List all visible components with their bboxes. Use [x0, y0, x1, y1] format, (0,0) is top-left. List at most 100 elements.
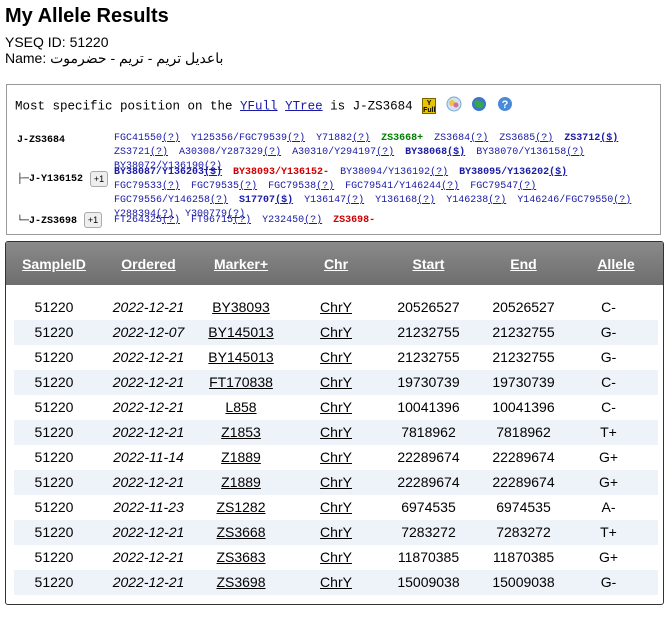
snp-marker[interactable]: BY38095/Y136202($) — [459, 167, 567, 178]
marker-link[interactable]: L858 — [196, 399, 286, 415]
marker-link[interactable]: Z1889 — [196, 474, 286, 490]
ytree-link[interactable]: YTree — [285, 99, 323, 113]
chr-link[interactable]: ChrY — [306, 549, 366, 565]
snp-status-link[interactable]: (?) — [566, 147, 584, 158]
snp-marker[interactable]: FGC79556/Y146258(?) — [114, 195, 228, 206]
snp-marker[interactable]: FGC41550(?) — [114, 133, 180, 144]
chr-link[interactable]: ChrY — [306, 324, 366, 340]
header-sampleid[interactable]: SampleID — [19, 256, 89, 272]
snp-status-link[interactable]: (?) — [470, 133, 488, 144]
snp-status-link[interactable]: ($) — [447, 147, 465, 158]
snp-status-link[interactable]: (?) — [488, 195, 506, 206]
snp-status-link[interactable]: (?) — [239, 181, 257, 192]
snp-marker[interactable]: BY38087/Y136203($) — [114, 167, 222, 178]
snp-marker[interactable]: FGC79541/Y146244(?) — [345, 181, 459, 192]
marker-link[interactable]: BY145013 — [196, 349, 286, 365]
expand-zs3698-button[interactable]: +1 — [84, 212, 102, 228]
yfull-link[interactable]: YFull — [240, 99, 278, 113]
snp-status-link[interactable]: ($) — [204, 167, 222, 178]
snp-marker[interactable]: FT96715(?) — [191, 215, 251, 226]
chr-link[interactable]: ChrY — [306, 524, 366, 540]
chr-link[interactable]: ChrY — [306, 424, 366, 440]
snp-status-link[interactable]: ($) — [275, 195, 293, 206]
snp-status-link[interactable]: (?) — [430, 167, 448, 178]
chr-link[interactable]: ChrY — [306, 299, 366, 315]
snp-status-link[interactable]: ($) — [600, 133, 618, 144]
chr-link[interactable]: ChrY — [306, 574, 366, 590]
marker-link[interactable]: BY145013 — [196, 324, 286, 340]
snp-status-link[interactable]: (?) — [352, 133, 370, 144]
ordered-date-cell: 2022-12-21 — [112, 524, 185, 540]
chr-link[interactable]: ChrY — [306, 349, 366, 365]
snp-marker[interactable]: BY38094/Y136192(?) — [340, 167, 448, 178]
snp-marker[interactable]: BY38093/Y136152- — [233, 167, 329, 178]
snp-marker[interactable]: Y136168(?) — [375, 195, 435, 206]
marker-link[interactable]: Z1889 — [196, 449, 286, 465]
snp-status-link[interactable]: (?) — [304, 215, 322, 226]
header-ordered[interactable]: Ordered — [116, 256, 181, 272]
snp-marker[interactable]: ZS3698- — [333, 215, 375, 226]
snp-status-link[interactable]: (?) — [162, 133, 180, 144]
marker-link[interactable]: ZS3698 — [196, 574, 286, 590]
snp-marker[interactable]: ZS3712($) — [564, 133, 618, 144]
expand-y136152-button[interactable]: +1 — [90, 171, 108, 187]
map-icon[interactable] — [471, 96, 487, 116]
snp-marker[interactable]: FT264325(?) — [114, 215, 180, 226]
header-start[interactable]: Start — [401, 256, 456, 272]
marker-link[interactable]: ZS3683 — [196, 549, 286, 565]
snp-status-link[interactable]: (?) — [162, 181, 180, 192]
snp-status-link[interactable]: ($) — [549, 167, 567, 178]
snp-marker[interactable]: FGC79538(?) — [268, 181, 334, 192]
snp-marker[interactable]: Y146238(?) — [446, 195, 506, 206]
snp-status-link[interactable]: (?) — [316, 181, 334, 192]
snp-marker[interactable]: FGC79535(?) — [191, 181, 257, 192]
snp-status-link[interactable]: (?) — [346, 195, 364, 206]
snp-marker[interactable]: A30310/Y294197(?) — [292, 147, 394, 158]
snp-marker[interactable]: BY38068($) — [405, 147, 465, 158]
snp-marker[interactable]: ZS3721(?) — [114, 147, 168, 158]
snp-status-link[interactable]: (?) — [150, 147, 168, 158]
snp-marker[interactable]: Y232450(?) — [262, 215, 322, 226]
snp-marker[interactable]: BY38070/Y136158(?) — [476, 147, 584, 158]
marker-link[interactable]: ZS3668 — [196, 524, 286, 540]
help-icon[interactable]: ? — [497, 96, 513, 116]
snp-status-link[interactable]: (?) — [376, 147, 394, 158]
snp-marker[interactable]: Y146246/FGC79550(?) — [517, 195, 631, 206]
header-chr[interactable]: Chr — [316, 256, 356, 272]
header-marker[interactable]: Marker+ — [206, 256, 276, 272]
snp-status-link[interactable]: (?) — [263, 147, 281, 158]
chr-link[interactable]: ChrY — [306, 449, 366, 465]
snp-marker[interactable]: S17707($) — [239, 195, 293, 206]
snp-status-link[interactable]: (?) — [417, 195, 435, 206]
snp-status-link[interactable]: (?) — [287, 133, 305, 144]
snp-status-link[interactable]: (?) — [162, 215, 180, 226]
marker-link[interactable]: ZS1282 — [196, 499, 286, 515]
yfull-icon[interactable]: Y Full — [422, 98, 437, 114]
snp-marker[interactable]: ZS3668+ — [381, 133, 423, 144]
snp-marker[interactable]: ZS3685(?) — [499, 133, 553, 144]
snp-marker[interactable]: ZS3684(?) — [434, 133, 488, 144]
snp-status-link[interactable]: (?) — [233, 215, 251, 226]
marker-link[interactable]: BY38093 — [196, 299, 286, 315]
snp-marker[interactable]: FGC79547(?) — [470, 181, 536, 192]
marker-link[interactable]: Z1853 — [196, 424, 286, 440]
snp-marker[interactable]: A30308/Y287329(?) — [179, 147, 281, 158]
ordered-date-cell: 2022-12-21 — [112, 574, 185, 590]
snp-status-link[interactable]: (?) — [535, 133, 553, 144]
chr-link[interactable]: ChrY — [306, 499, 366, 515]
snp-status-link[interactable]: (?) — [210, 195, 228, 206]
globe-icon[interactable] — [446, 96, 462, 116]
header-allele[interactable]: Allele — [591, 256, 641, 272]
snp-marker[interactable]: Y136147(?) — [304, 195, 364, 206]
snp-status-link[interactable]: (?) — [613, 195, 631, 206]
snp-status-link[interactable]: (?) — [518, 181, 536, 192]
snp-marker[interactable]: FGC79533(?) — [114, 181, 180, 192]
header-end[interactable]: End — [496, 256, 551, 272]
snp-status-link[interactable]: (?) — [441, 181, 459, 192]
chr-link[interactable]: ChrY — [306, 474, 366, 490]
chr-link[interactable]: ChrY — [306, 374, 366, 390]
chr-link[interactable]: ChrY — [306, 399, 366, 415]
marker-link[interactable]: FT170838 — [196, 374, 286, 390]
snp-marker[interactable]: Y71882(?) — [316, 133, 370, 144]
snp-marker[interactable]: Y125356/FGC79539(?) — [191, 133, 305, 144]
